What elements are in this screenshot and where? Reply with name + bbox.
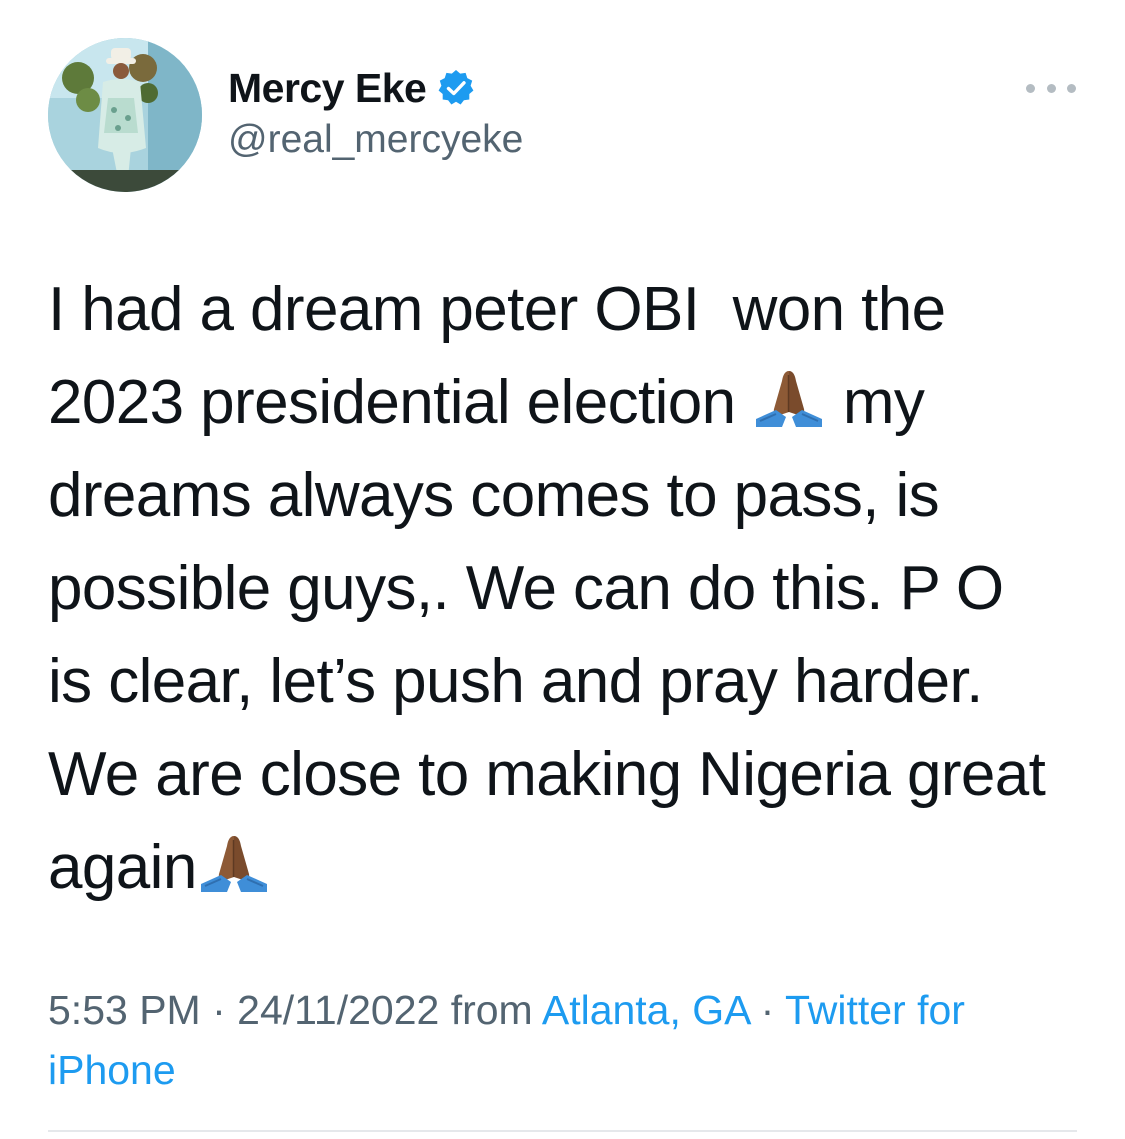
tweet-line: We are close to making Nigeria great — [48, 740, 1046, 809]
author-name-row[interactable]: Mercy Eke — [228, 62, 476, 114]
tweet: Mercy Eke @real_mercyeke I had a dream p… — [0, 0, 1125, 1139]
separator: · — [200, 987, 238, 1033]
tweet-line: again — [48, 821, 1098, 914]
tweet-line: 2023 presidential election my — [48, 356, 1098, 449]
more-dot — [1026, 83, 1035, 93]
profile-photo — [48, 38, 202, 192]
display-name[interactable]: Mercy Eke — [228, 65, 427, 112]
avatar[interactable] — [48, 38, 202, 192]
verified-badge-icon — [436, 68, 476, 108]
tweet-text: I had a dream peter OBI won the 2023 pre… — [48, 263, 1098, 914]
more-dot — [1046, 83, 1056, 93]
separator: · — [749, 987, 785, 1033]
author-handle[interactable]: @real_mercyeke — [228, 118, 523, 162]
tweet-line: possible guys,. We can do this. P O — [48, 554, 1004, 623]
tweet-line: dreams always comes to pass, is — [48, 461, 940, 530]
more-dot — [1067, 83, 1076, 93]
folded-hands-icon — [197, 827, 271, 892]
from-label: from — [439, 987, 542, 1033]
tweet-date[interactable]: 24/11/2022 — [237, 987, 439, 1033]
location-link[interactable]: Atlanta, GA — [542, 987, 749, 1033]
tweet-line: is clear, let’s push and pray harder. — [48, 647, 983, 716]
divider — [48, 1130, 1077, 1132]
tweet-meta: 5:53 PM · 24/11/2022 from Atlanta, GA · … — [48, 980, 1088, 1100]
more-options-icon[interactable] — [1026, 78, 1076, 98]
folded-hands-icon — [752, 362, 826, 427]
tweet-time[interactable]: 5:53 PM — [48, 987, 201, 1033]
tweet-line: I had a dream peter OBI won the — [48, 275, 946, 344]
